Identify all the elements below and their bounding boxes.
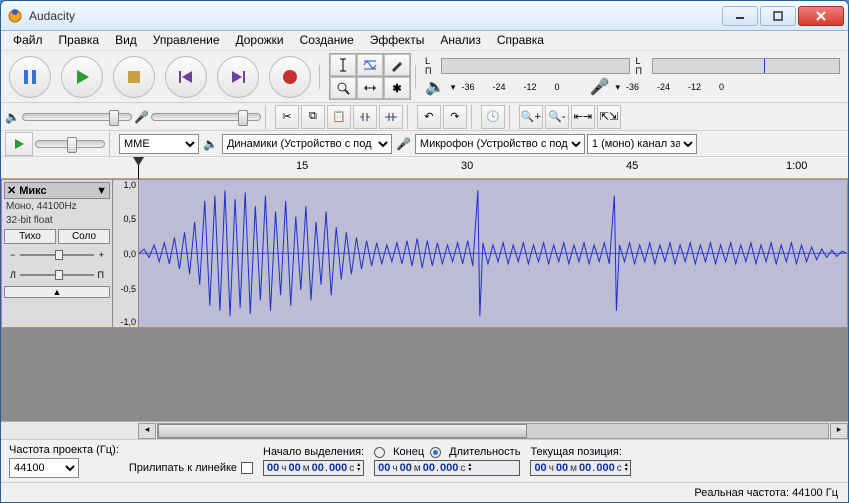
output-volume-icon: 🔈 [5, 110, 20, 124]
minimize-button[interactable] [722, 6, 758, 26]
track-collapse-button[interactable]: ▲ [4, 286, 110, 298]
track-close-button[interactable]: ✕ [7, 184, 16, 197]
menu-help[interactable]: Справка [491, 31, 550, 50]
play-button[interactable] [61, 56, 103, 98]
record-meter[interactable] [652, 58, 841, 74]
menu-transport[interactable]: Управление [147, 31, 226, 50]
track-menu-button[interactable]: ▼ [96, 185, 107, 197]
audio-track: ✕ Микс ▼ Моно, 44100Hz 32-bit float Тихо… [1, 179, 848, 328]
playback-meter-label: LП [425, 56, 435, 76]
menu-view[interactable]: Вид [109, 31, 143, 50]
menu-analyze[interactable]: Анализ [434, 31, 487, 50]
stop-button[interactable] [113, 56, 155, 98]
meter-scale-rec: -36-24-120 [626, 82, 724, 92]
selection-end-radio[interactable] [374, 447, 385, 458]
silence-button[interactable] [379, 105, 403, 129]
timeline-ruler[interactable]: 15 30 45 1:00 [1, 157, 848, 179]
selection-tool[interactable] [330, 54, 356, 76]
menubar: Файл Правка Вид Управление Дорожки Созда… [1, 31, 848, 51]
skip-end-button[interactable] [217, 56, 259, 98]
input-volume-icon: 🎤 [134, 110, 149, 124]
record-meter-label: LП [636, 56, 646, 76]
cut-button[interactable]: ✂ [275, 105, 299, 129]
playback-meter[interactable] [441, 58, 630, 74]
record-button[interactable] [269, 56, 311, 98]
amplitude-scale: 1,0 0,5 0,0 -0,5 -1,0 [113, 180, 139, 327]
menu-generate[interactable]: Создание [294, 31, 360, 50]
envelope-tool[interactable] [357, 54, 383, 76]
waveform-display[interactable] [139, 180, 847, 327]
project-rate-select[interactable]: 44100 [9, 458, 79, 478]
undo-button[interactable]: ↶ [417, 105, 441, 129]
playback-speed-slider[interactable] [35, 140, 105, 148]
snap-to-checkbox[interactable] [241, 462, 253, 474]
timeshift-tool[interactable] [357, 77, 383, 99]
fit-selection-button[interactable]: ⇤⇥ [571, 105, 595, 129]
menu-tracks[interactable]: Дорожки [230, 31, 290, 50]
solo-button[interactable]: Соло [58, 229, 110, 244]
time-mark: 45 [626, 160, 638, 172]
menu-edit[interactable]: Правка [53, 31, 106, 50]
pause-button[interactable] [9, 56, 51, 98]
output-volume-slider[interactable] [22, 113, 132, 121]
selection-start-time[interactable]: 00ч 00м 00.000с ▴▾ [263, 460, 364, 476]
play-at-speed-button[interactable] [5, 132, 33, 156]
actual-rate-label: Реальная частота: 44100 Гц [694, 487, 838, 499]
time-mark: 1:00 [786, 160, 807, 172]
output-device-select[interactable]: Динамики (Устройство с под [222, 134, 392, 154]
zoom-in-button[interactable]: 🔍+ [519, 105, 543, 129]
track-control-panel: ✕ Микс ▼ Моно, 44100Hz 32-bit float Тихо… [2, 180, 113, 327]
track-pan-slider[interactable]: ЛП [10, 270, 104, 280]
app-icon [7, 8, 23, 24]
track-format-line2: 32-bit float [4, 215, 110, 227]
output-device-icon: 🔈 [203, 137, 218, 151]
menu-file[interactable]: Файл [7, 31, 49, 50]
input-channels-select[interactable]: 1 (моно) канал за [587, 134, 697, 154]
draw-tool[interactable] [384, 54, 410, 76]
time-mark: 30 [461, 160, 473, 172]
sync-lock-button[interactable]: 🕓 [481, 105, 505, 129]
input-device-select[interactable]: Микрофон (Устройство с под [415, 134, 585, 154]
multi-tool[interactable]: ✱ [384, 77, 410, 99]
selection-end-time[interactable]: 00ч 00м 00.000с ▴▾ [374, 460, 520, 476]
time-mark: 15 [296, 160, 308, 172]
scroll-right-button[interactable]: ▸ [830, 423, 848, 439]
audio-position-label: Текущая позиция: [530, 446, 630, 458]
scroll-thumb[interactable] [158, 424, 527, 438]
audio-host-select[interactable]: MME [119, 134, 199, 154]
audio-position-time[interactable]: 00ч 00м 00.000с ▴▾ [530, 460, 630, 476]
input-volume-slider[interactable] [151, 113, 261, 121]
mic-icon: 🎤 [590, 77, 610, 97]
input-device-icon: 🎤 [396, 137, 411, 151]
selection-length-radio[interactable] [430, 447, 441, 458]
track-name: Микс [19, 185, 96, 197]
mute-button[interactable]: Тихо [4, 229, 56, 244]
zoom-tool[interactable] [330, 77, 356, 99]
skip-start-button[interactable] [165, 56, 207, 98]
menu-effect[interactable]: Эффекты [364, 31, 431, 50]
trim-button[interactable] [353, 105, 377, 129]
snap-to-label[interactable]: Прилипать к линейке [129, 462, 253, 474]
track-format-line1: Моно, 44100Hz [4, 201, 110, 213]
window-title: Audacity [29, 9, 75, 23]
project-rate-label: Частота проекта (Гц): [9, 444, 119, 456]
redo-button[interactable]: ↷ [443, 105, 467, 129]
horizontal-scrollbar[interactable]: ◂ ▸ [1, 421, 848, 439]
fit-project-button[interactable]: ⇱⇲ [597, 105, 621, 129]
empty-track-area[interactable] [1, 328, 848, 421]
playhead-icon [133, 157, 144, 167]
zoom-out-button[interactable]: 🔍- [545, 105, 569, 129]
status-bar: Реальная частота: 44100 Гц [1, 482, 848, 502]
selection-start-label: Начало выделения: [263, 446, 364, 458]
paste-button[interactable]: 📋 [327, 105, 351, 129]
speaker-icon: 🔈 [425, 77, 445, 97]
titlebar: Audacity [1, 1, 848, 31]
track-gain-slider[interactable]: −+ [10, 250, 104, 260]
meter-scale: -36-24-120 [461, 82, 559, 92]
close-button[interactable] [798, 6, 844, 26]
tools-palette: ✱ [329, 53, 411, 100]
copy-button[interactable]: ⧉ [301, 105, 325, 129]
scroll-left-button[interactable]: ◂ [138, 423, 156, 439]
maximize-button[interactable] [760, 6, 796, 26]
